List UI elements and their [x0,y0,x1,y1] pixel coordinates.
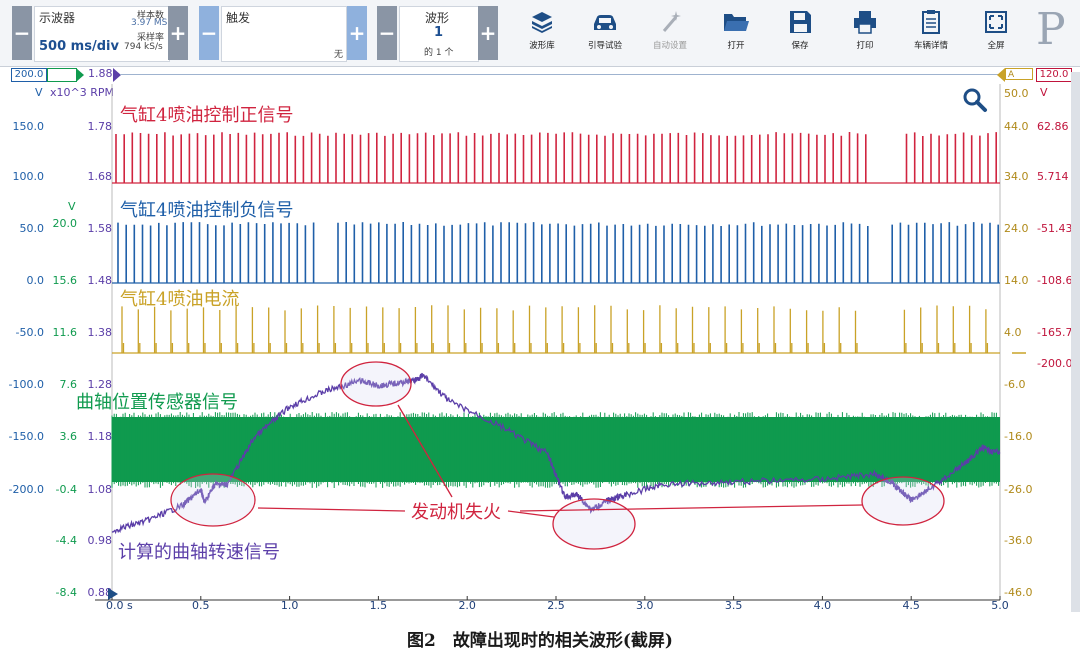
zoom-icon[interactable] [962,87,988,113]
time-tick-label: 1.0 [281,599,299,612]
time-tick-label: 0.0 s [106,599,133,612]
misfire-ellipse [340,361,412,407]
misfire-annotation: 发动机失火 [411,502,501,523]
time-tick-label: 3.5 [725,599,743,612]
misfire-ellipse [170,473,256,527]
vertical-scrollbar[interactable] [1071,72,1080,612]
misfire-ellipse [861,476,945,526]
channel-c-trace [121,305,989,353]
time-tick-label: 4.0 [814,599,832,612]
time-tick-label: 0.5 [192,599,210,612]
time-tick-label: 2.0 [458,599,476,612]
time-tick-label: 4.5 [902,599,920,612]
channel-a-title: 气缸4喷油控制正信号 [120,105,294,126]
misfire-connector-line [507,510,555,518]
channel-c-title: 气缸4喷油电流 [120,289,240,310]
channel-e-title: 计算的曲轴转速信号 [118,542,280,563]
time-tick-label: 3.0 [636,599,654,612]
channel-b-trace [117,222,999,283]
misfire-connector-line [257,507,406,512]
time-tick-label: 5.0 [991,599,1009,612]
channel-a-trace [115,132,997,183]
time-tick-label: 1.5 [370,599,388,612]
figure-caption: 图2 故障出现时的相关波形(截屏) [407,631,673,651]
channel-d-title: 曲轴位置传感器信号 [76,392,238,413]
channel-b-title: 气缸4喷油控制负信号 [120,200,294,221]
time-tick-label: 2.5 [547,599,565,612]
misfire-ellipse [552,498,636,550]
